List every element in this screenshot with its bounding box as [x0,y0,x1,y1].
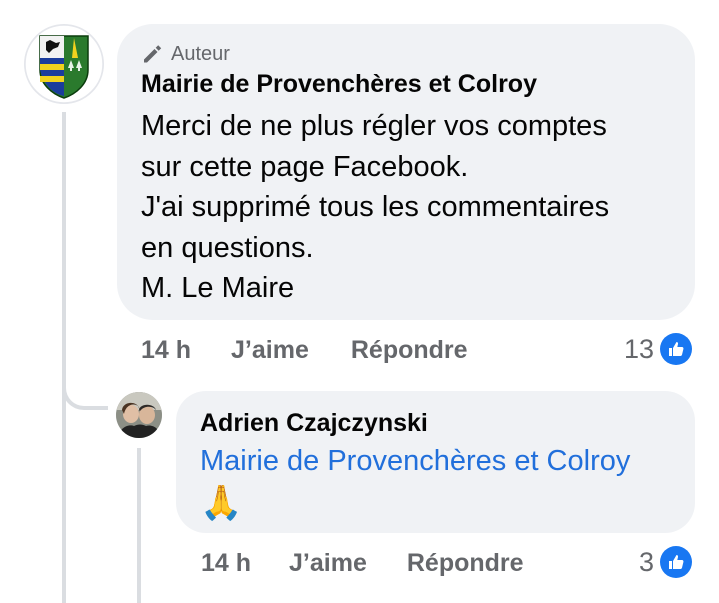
reply-actions: 14 h J’aime Répondre [201,547,524,579]
comment-actions: 14 h J’aime Répondre [141,334,468,366]
reply-button[interactable]: Répondre [351,336,468,365]
reply-like-button[interactable]: J’aime [289,549,367,578]
thread-line-branch [62,300,108,410]
comment-reactions[interactable]: 13 [624,332,693,366]
comment-line: Merci de ne plus régler vos comptes [141,110,607,142]
reply-emoji: 🙏 [200,484,243,522]
profile-photo [116,392,162,438]
reply-bubble: Adrien Czajczynski Mairie de Provenchère… [176,391,695,533]
pencil-icon [144,45,162,63]
comment-timestamp[interactable]: 14 h [141,336,191,365]
reply-avatar[interactable] [116,392,162,438]
reply-author-name[interactable]: Adrien Czajczynski [200,409,428,438]
thumbs-up-icon [660,333,693,365]
comment-author-name[interactable]: Mairie de Provenchères et Colroy [141,70,537,99]
author-badge-label: Auteur [171,42,230,65]
coat-of-arms-icon [24,24,104,104]
comment-line: J'ai supprimé tous les commentaires [141,191,610,223]
like-button[interactable]: J’aime [231,336,309,365]
reply-reactions[interactable]: 3 [639,545,693,579]
thread-line-reply [137,448,141,603]
comment-line: en questions. [141,231,314,264]
comment-text: Merci de ne plus régler vos comptes sur … [141,106,609,309]
reply-timestamp[interactable]: 14 h [201,549,251,578]
reaction-count: 13 [624,333,655,364]
comment-line: sur cette page Facebook. [141,150,469,183]
comment-line: M. Le Maire [141,272,295,304]
thumbs-up-icon [660,546,693,578]
reply-mention-link[interactable]: Mairie de Provenchères et Colroy [200,445,630,478]
reply-reaction-count: 3 [639,546,655,577]
author-badge: Auteur [141,42,230,66]
comment-bubble: Auteur Mairie de Provenchères et Colroy … [117,24,695,320]
page-avatar[interactable] [24,24,104,104]
reply-reply-button[interactable]: Répondre [407,549,524,578]
